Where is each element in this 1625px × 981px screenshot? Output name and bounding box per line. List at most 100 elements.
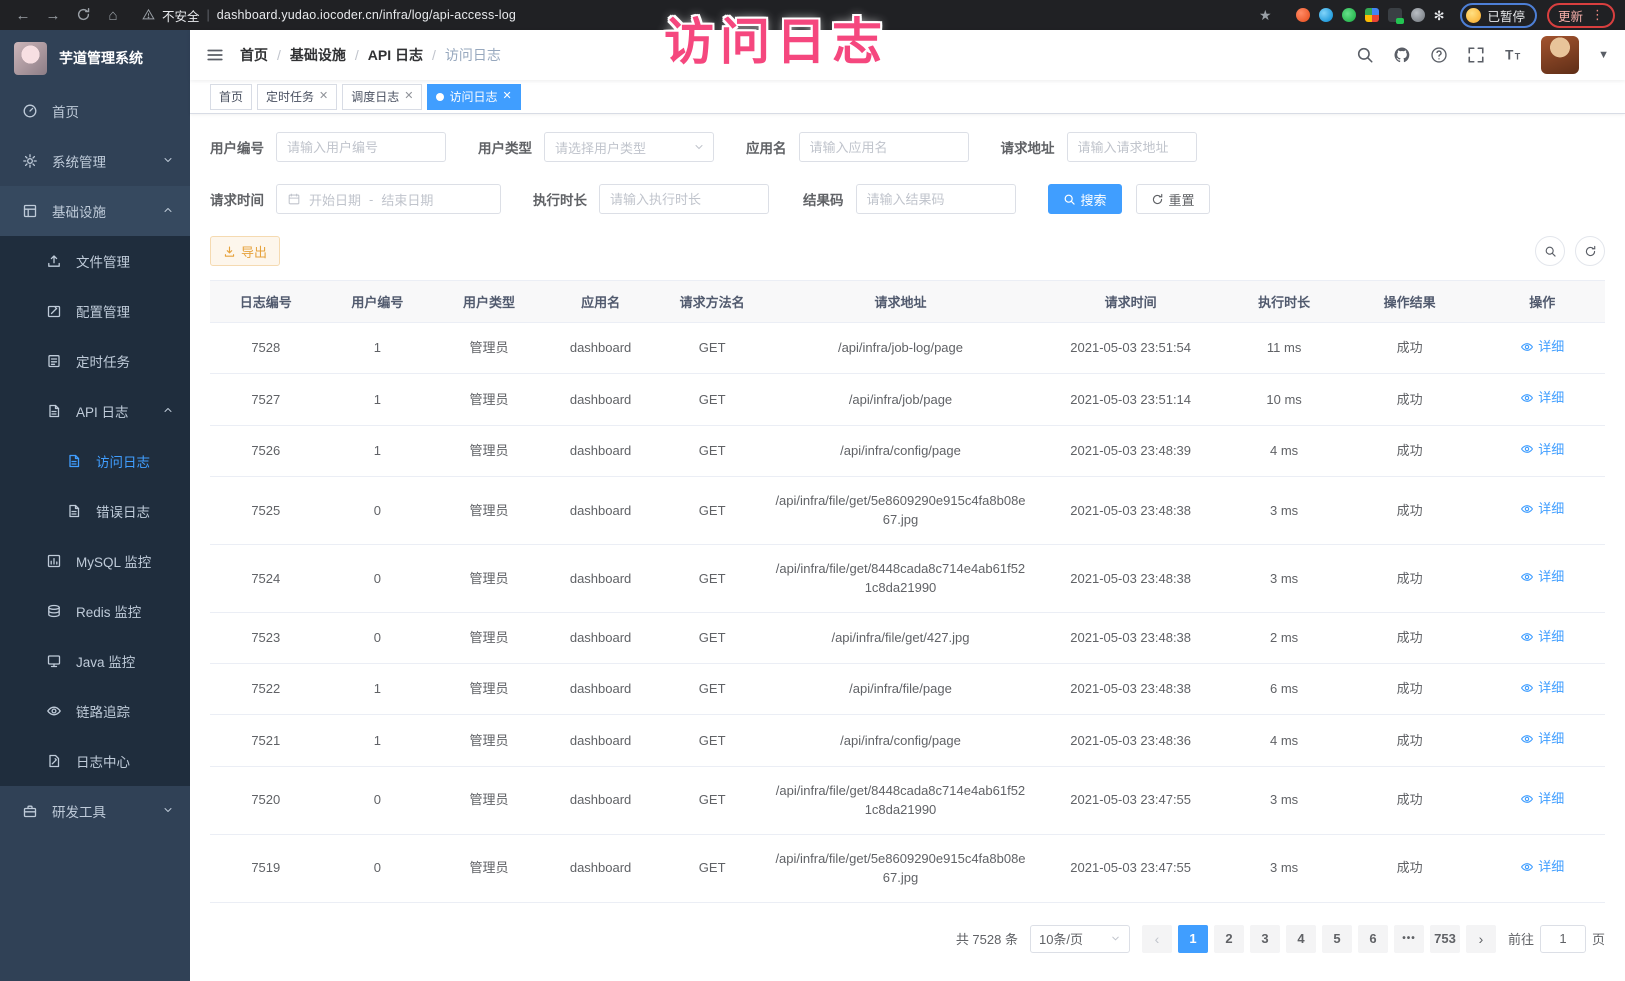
extension-icon[interactable] bbox=[1365, 8, 1379, 22]
table-row: 75250管理员dashboardGET/api/infra/file/get/… bbox=[210, 476, 1605, 544]
sidebar-item-首页[interactable]: 首页 bbox=[0, 86, 190, 136]
sidebar-item-配置管理[interactable]: 配置管理 bbox=[0, 286, 190, 336]
forward-icon[interactable]: → bbox=[40, 8, 66, 23]
browser-profile-badge[interactable]: 已暂停 bbox=[1460, 3, 1537, 28]
tab-访问日志[interactable]: 访问日志✕ bbox=[427, 84, 520, 110]
reset-button[interactable]: 重置 bbox=[1136, 184, 1210, 214]
sidebar-menu: 首页系统管理基础设施文件管理配置管理定时任务API 日志访问日志错误日志MySQ… bbox=[0, 86, 190, 836]
page-button-3[interactable]: 3 bbox=[1250, 925, 1280, 953]
toggle-search-button[interactable] bbox=[1535, 236, 1565, 266]
tab-调度日志[interactable]: 调度日志✕ bbox=[342, 84, 422, 110]
page-size-select[interactable]: 10条/页 bbox=[1030, 925, 1130, 953]
search-icon[interactable] bbox=[1356, 46, 1374, 64]
detail-link[interactable]: 详细 bbox=[1520, 499, 1564, 519]
sidebar-item-错误日志[interactable]: 错误日志 bbox=[0, 486, 190, 536]
date-range-separator: - bbox=[369, 192, 373, 207]
result-code-input[interactable] bbox=[856, 184, 1016, 214]
reload-icon[interactable] bbox=[70, 7, 96, 23]
refresh-table-button[interactable] bbox=[1575, 236, 1605, 266]
request-url-input[interactable] bbox=[1067, 132, 1197, 162]
sidebar-item-定时任务[interactable]: 定时任务 bbox=[0, 336, 190, 386]
page-button-1[interactable]: 1 bbox=[1178, 925, 1208, 953]
app-name-input[interactable] bbox=[799, 132, 969, 162]
pinwheel-extension-icon[interactable]: ✻ bbox=[1434, 9, 1445, 22]
page-button-6[interactable]: 6 bbox=[1358, 925, 1388, 953]
sidebar-item-Java 监控[interactable]: Java 监控 bbox=[0, 636, 190, 686]
github-icon[interactable] bbox=[1393, 46, 1411, 64]
sidebar-item-基础设施[interactable]: 基础设施 bbox=[0, 186, 190, 236]
extension-icon[interactable] bbox=[1342, 8, 1356, 22]
user-avatar[interactable] bbox=[1541, 36, 1579, 74]
detail-link[interactable]: 详细 bbox=[1520, 440, 1564, 460]
close-icon[interactable]: ✕ bbox=[319, 91, 328, 102]
filter-label-app-name: 应用名 bbox=[746, 137, 787, 157]
close-icon[interactable]: ✕ bbox=[503, 91, 512, 102]
home-icon[interactable]: ⌂ bbox=[100, 8, 126, 23]
goto-unit: 页 bbox=[1592, 929, 1605, 948]
detail-link[interactable]: 详细 bbox=[1520, 627, 1564, 647]
more-pages-button[interactable]: ••• bbox=[1394, 925, 1424, 953]
hamburger-icon[interactable] bbox=[190, 46, 240, 64]
help-icon[interactable] bbox=[1430, 46, 1448, 64]
detail-link[interactable]: 详细 bbox=[1520, 789, 1564, 809]
extensions-row: ✻ bbox=[1296, 8, 1445, 22]
chevron-up-icon bbox=[162, 404, 174, 418]
goto-page-input[interactable] bbox=[1540, 925, 1586, 953]
table-row: 75240管理员dashboardGET/api/infra/file/get/… bbox=[210, 544, 1605, 612]
detail-link[interactable]: 详细 bbox=[1520, 567, 1564, 587]
extension-icon[interactable] bbox=[1319, 8, 1333, 22]
app-logo-row[interactable]: 芋道管理系统 bbox=[0, 30, 190, 86]
sidebar-item-日志中心[interactable]: 日志中心 bbox=[0, 736, 190, 786]
pagination-bar: 共 7528 条 10条/页 ‹123456•••753› 前往 页 bbox=[210, 925, 1605, 953]
column-header: 日志编号 bbox=[210, 281, 322, 323]
detail-link[interactable]: 详细 bbox=[1520, 388, 1564, 408]
address-bar[interactable]: 不安全 | dashboard.yudao.iocoder.cn/infra/l… bbox=[130, 3, 1284, 27]
sidebar-item-Redis 监控[interactable]: Redis 监控 bbox=[0, 586, 190, 636]
table-row: 75221管理员dashboardGET/api/infra/file/page… bbox=[210, 664, 1605, 715]
detail-link[interactable]: 详细 bbox=[1520, 337, 1564, 357]
page-button-2[interactable]: 2 bbox=[1214, 925, 1244, 953]
page-button-753[interactable]: 753 bbox=[1430, 925, 1460, 953]
breadcrumb-item: 访问日志 bbox=[445, 45, 501, 65]
page-button-4[interactable]: 4 bbox=[1286, 925, 1316, 953]
detail-link[interactable]: 详细 bbox=[1520, 729, 1564, 749]
extension-icon[interactable] bbox=[1388, 8, 1402, 22]
bookmark-star-icon[interactable]: ★ bbox=[1259, 7, 1272, 24]
detail-link[interactable]: 详细 bbox=[1520, 678, 1564, 698]
sidebar-item-访问日志[interactable]: 访问日志 bbox=[0, 436, 190, 486]
tab-定时任务[interactable]: 定时任务✕ bbox=[257, 84, 337, 110]
duration-input[interactable] bbox=[599, 184, 769, 214]
back-icon[interactable]: ← bbox=[10, 8, 36, 23]
sidebar-item-MySQL 监控[interactable]: MySQL 监控 bbox=[0, 536, 190, 586]
extension-icon[interactable] bbox=[1411, 8, 1425, 22]
profile-badge-label: 已暂停 bbox=[1487, 6, 1525, 25]
column-header: 应用名 bbox=[545, 281, 657, 323]
sidebar-item-文件管理[interactable]: 文件管理 bbox=[0, 236, 190, 286]
export-button[interactable]: 导出 bbox=[210, 236, 280, 266]
page-button-5[interactable]: 5 bbox=[1322, 925, 1352, 953]
browser-update-button[interactable]: 更新 ⋮ bbox=[1547, 3, 1615, 28]
sidebar-item-系统管理[interactable]: 系统管理 bbox=[0, 136, 190, 186]
detail-link[interactable]: 详细 bbox=[1520, 857, 1564, 877]
sidebar-item-API 日志[interactable]: API 日志 bbox=[0, 386, 190, 436]
sidebar-item-研发工具[interactable]: 研发工具 bbox=[0, 786, 190, 836]
breadcrumb-item[interactable]: 首页 bbox=[240, 45, 268, 65]
sidebar-item-链路追踪[interactable]: 链路追踪 bbox=[0, 686, 190, 736]
eye-icon bbox=[1520, 570, 1534, 584]
next-page-button[interactable]: › bbox=[1466, 925, 1496, 953]
browser-menu-icon[interactable]: ⋮ bbox=[1591, 7, 1604, 23]
font-size-icon[interactable]: TT bbox=[1504, 46, 1522, 64]
search-button[interactable]: 搜索 bbox=[1048, 184, 1122, 214]
avatar-caret-down-icon[interactable]: ▼ bbox=[1598, 49, 1609, 61]
request-time-range-picker[interactable]: 开始日期 - 结束日期 bbox=[276, 184, 501, 214]
prev-page-button[interactable]: ‹ bbox=[1142, 925, 1172, 953]
close-icon[interactable]: ✕ bbox=[404, 91, 413, 102]
tab-首页[interactable]: 首页 bbox=[210, 84, 252, 110]
fullscreen-icon[interactable] bbox=[1467, 46, 1485, 64]
breadcrumb-item[interactable]: API 日志 bbox=[368, 45, 423, 65]
breadcrumb-item[interactable]: 基础设施 bbox=[290, 45, 346, 65]
extension-icon[interactable] bbox=[1296, 8, 1310, 22]
user-id-input[interactable] bbox=[276, 132, 446, 162]
user-type-select[interactable]: 请选择用户类型 bbox=[544, 132, 714, 162]
top-navbar: 首页/基础设施/API 日志/访问日志 TT ▼ bbox=[190, 30, 1625, 80]
